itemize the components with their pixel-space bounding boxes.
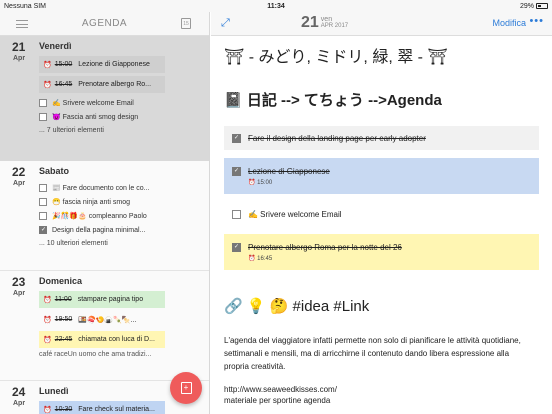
event-item[interactable]: ⏰ 22:45 chiamata con luca di D... (39, 331, 165, 348)
task-checkbox[interactable] (39, 99, 47, 107)
note-content: ⛩ - みどり, ミドリ, 緑, 翠 - ⛩ 📓 日記 --> てちょう -->… (211, 36, 552, 411)
note-paragraph: L'agenda del viaggiatore infatti permett… (224, 336, 521, 371)
alarm-clock-icon: ⏰ (248, 179, 258, 186)
event-item[interactable]: ⏰ 10:30 Fare check sul materia... (39, 401, 165, 414)
task-item[interactable]: Design della pagina minimal... (39, 223, 209, 237)
task-checkbox[interactable] (232, 133, 241, 143)
task-item[interactable]: ✍️ Srivere welcome Email (39, 96, 209, 110)
checklist-item[interactable]: ✍️ Srivere welcome Email (224, 202, 539, 226)
task-checkbox[interactable] (232, 166, 241, 176)
note-link[interactable]: http://www.seaweedkisses.com/ (224, 385, 539, 394)
day-month: Apr (13, 180, 26, 187)
date-weekday: ven (320, 16, 333, 23)
task-checkbox[interactable] (232, 242, 241, 252)
expand-icon[interactable]: ⤢ (221, 17, 230, 30)
day-section: 21 Apr Venerdì ⏰ 15:00 Lezione di Giappone… (0, 36, 209, 161)
sidebar-header: AGENDA 15 (0, 12, 209, 36)
note-heading: ⛩ - みどり, ミドリ, 緑, 翠 - ⛩ (224, 49, 448, 66)
task-checkbox[interactable] (39, 184, 47, 192)
reminder-time: ⏰ 16:45 (248, 255, 273, 262)
alarm-clock-icon: ⏰ (43, 61, 52, 69)
detail-header: ⤢ 21 ven APR 2017 Modifica ••• (211, 12, 552, 36)
task-item[interactable]: 🎉🎊🎁🎂 compleanno Paolo (39, 209, 209, 223)
date-month-year: APR 2017 (320, 23, 349, 29)
alarm-clock-icon: ⏰ (248, 255, 258, 262)
note-link-caption: materiale per sportine agenda (224, 396, 331, 405)
agenda-sidebar: AGENDA 15 21 Apr Venerdì ⏰ 15:00 Lezione d… (0, 12, 210, 414)
checklist-item[interactable]: Fare il design della landing page per ea… (224, 126, 539, 150)
carrier-label: Nessuna SIM (4, 2, 47, 10)
status-bar: Nessuna SIM 11:34 29% (0, 0, 552, 12)
alarm-clock-icon: ⏰ (43, 296, 52, 304)
note-tags-heading: 🔗 💡 🤔 #idea #Link (224, 298, 370, 315)
event-item[interactable]: ⏰ 11:00 stampare pagina tipo (39, 291, 165, 308)
sidebar-title: AGENDA (81, 18, 128, 29)
task-checkbox[interactable] (39, 212, 47, 220)
alarm-clock-icon: ⏰ (43, 406, 52, 414)
day-month: Apr (13, 55, 26, 62)
note-item[interactable]: café raceUn uomo che ama tradizi... (39, 348, 209, 362)
checklist-item[interactable]: Lezione di Giapponese ⏰ 15:00 (224, 158, 539, 194)
date-display: 21 ven APR 2017 (301, 14, 348, 32)
battery-icon (536, 2, 548, 9)
task-item[interactable]: 📰 Fare documento con le co... (39, 181, 209, 195)
task-item[interactable]: 😷 fascia ninja anti smog (39, 195, 209, 209)
note-detail: ⤢ 21 ven APR 2017 Modifica ••• ⛩ - みどり, … (211, 12, 552, 414)
day-number: 22 (12, 165, 26, 179)
alarm-clock-icon: ⏰ (43, 81, 52, 89)
day-month: Apr (13, 290, 26, 297)
clock: 11:34 (267, 2, 285, 10)
day-number: 23 (12, 275, 26, 289)
event-item[interactable]: ⏰ 16:45 Prenotare albergo Ro... (39, 76, 165, 93)
battery-indicator: 29% (520, 3, 548, 10)
more-items-link[interactable]: ... 7 ulteriori elementi (39, 124, 209, 137)
date-day-number: 21 (301, 14, 319, 31)
day-section: 23 Apr Domenica ⏰ 11:00 stampare pagina ti… (0, 270, 209, 380)
add-note-icon: + (180, 382, 192, 394)
more-options-button[interactable]: ••• (529, 15, 544, 27)
reminder-time: ⏰ 15:00 (248, 179, 273, 186)
day-section: 22 Apr Sabato 📰 Fare documento con le co… (0, 161, 209, 270)
alarm-clock-icon: ⏰ (43, 336, 52, 344)
calendar-icon[interactable]: 15 (181, 18, 191, 29)
note-subheading: 📓 日記 --> てちょう -->Agenda (224, 92, 442, 109)
day-month: Apr (13, 400, 26, 407)
day-name: Sabato (39, 166, 70, 176)
menu-icon[interactable] (16, 20, 28, 28)
more-items-link[interactable]: ... 10 ulteriori elementi (39, 237, 209, 250)
task-checkbox[interactable] (39, 113, 47, 121)
day-number: 21 (12, 40, 26, 54)
day-name: Venerdì (39, 41, 72, 51)
new-note-button[interactable]: + (170, 372, 202, 404)
edit-button[interactable]: Modifica (492, 18, 526, 28)
task-checkbox[interactable] (39, 198, 47, 206)
day-number: 24 (12, 385, 26, 399)
day-name: Domenica (39, 276, 83, 286)
task-checkbox[interactable] (232, 209, 241, 219)
event-item[interactable]: ⏰ 19:50 🍱🍣🍤🍙🍡🍢... (39, 311, 165, 328)
task-checkbox[interactable] (39, 226, 47, 234)
alarm-clock-icon: ⏰ (43, 316, 52, 324)
task-item[interactable]: 😈 Fascia anti smog design (39, 110, 209, 124)
checklist-item[interactable]: Prenotare albergo Roma per la notte del … (224, 234, 539, 270)
event-item[interactable]: ⏰ 15:00 Lezione di Giapponese (39, 56, 165, 73)
